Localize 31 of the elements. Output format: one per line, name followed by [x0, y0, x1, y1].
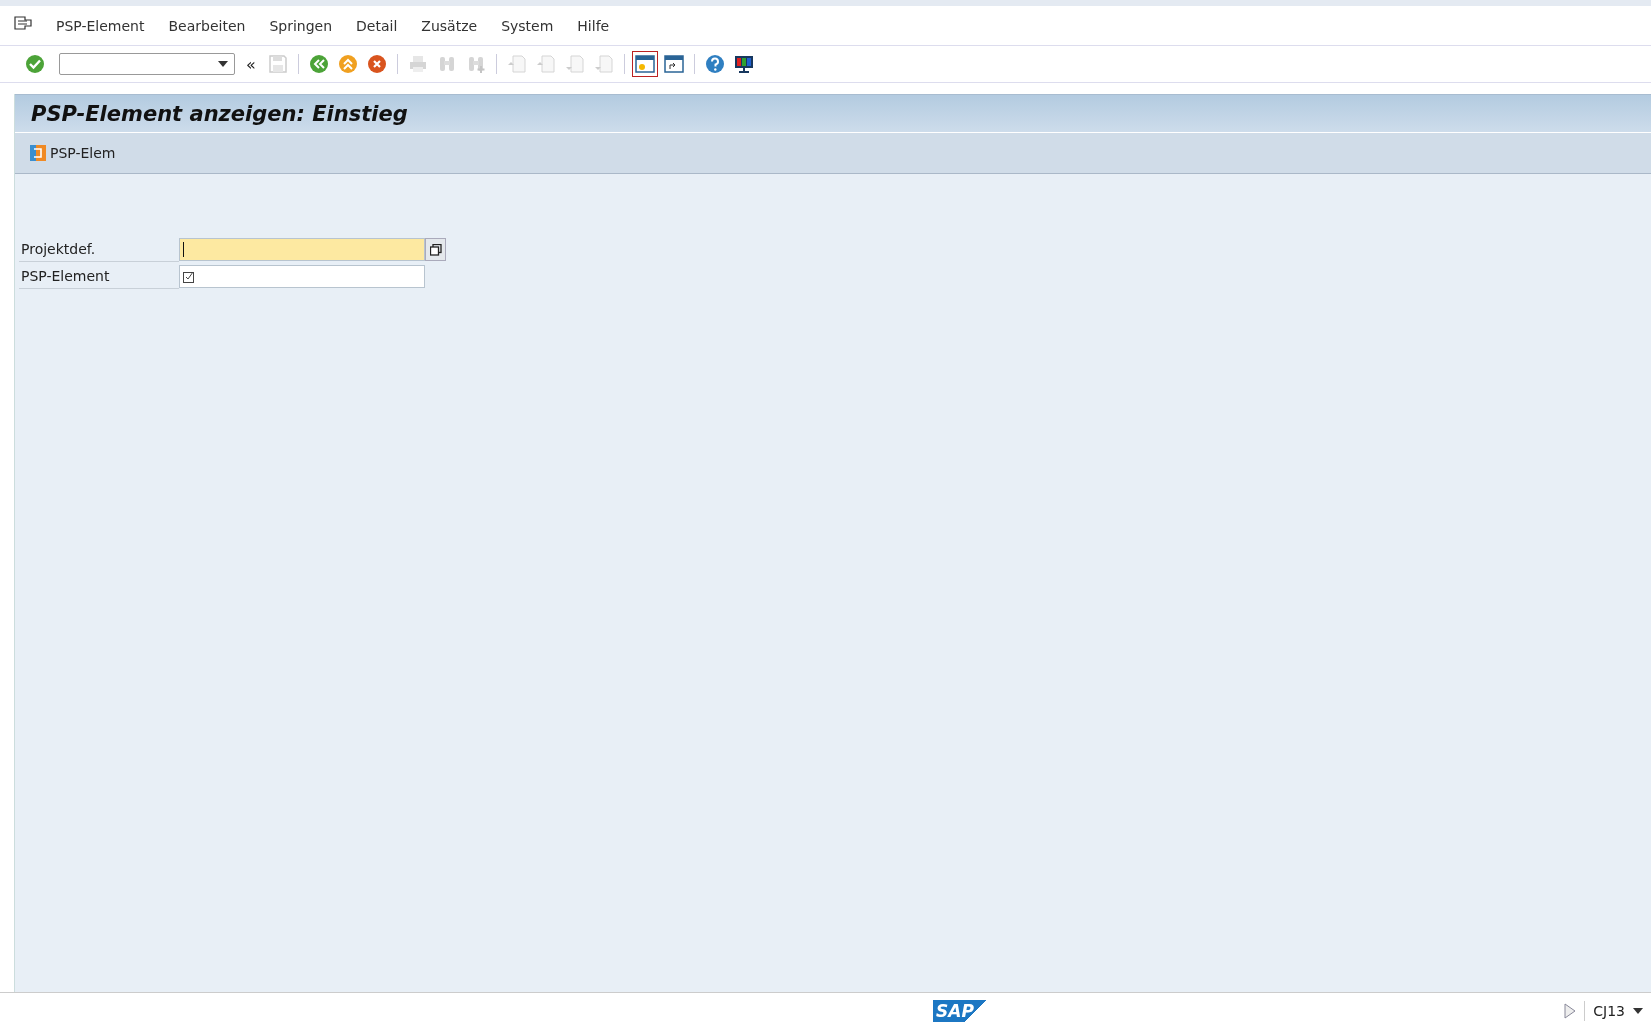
hierarchy-icon [29, 144, 47, 162]
sap-logo: SAP [933, 1000, 988, 1022]
menu-item[interactable]: Zusätze [421, 17, 478, 34]
command-field[interactable] [59, 53, 235, 75]
menu-icon[interactable] [14, 15, 32, 30]
monitor-icon [732, 53, 755, 75]
transaction-code[interactable]: CJ13 [1593, 1003, 1625, 1019]
menu-item[interactable]: Springen [269, 17, 333, 34]
cross-icon [365, 53, 388, 75]
triangle-icon[interactable] [1564, 1003, 1577, 1019]
help-icon [703, 53, 726, 75]
double-arrow-up-icon [336, 53, 359, 75]
menu-item[interactable]: Bearbeiten [168, 17, 246, 34]
dropdown-icon[interactable] [1633, 1008, 1643, 1014]
screen-title: PSP-Element anzeigen: Einstieg [31, 101, 408, 126]
double-arrow-left-icon [307, 53, 330, 75]
menu-item[interactable]: Hilfe [577, 17, 610, 34]
dropdown-icon[interactable] [218, 61, 228, 67]
check-icon [24, 53, 46, 75]
window-icon [633, 53, 656, 75]
menu-item[interactable]: PSP-Element [56, 17, 145, 34]
input-field[interactable] [179, 238, 425, 261]
collapse-button[interactable]: « [246, 54, 256, 74]
input-field[interactable] [179, 265, 425, 288]
menu-item[interactable]: Detail [356, 17, 398, 34]
value-help-button[interactable] [425, 238, 446, 261]
squares-icon [429, 243, 442, 256]
psp-element-button[interactable]: PSP-Elem [27, 142, 118, 164]
required-icon [183, 270, 195, 283]
new-session-button[interactable] [631, 51, 658, 77]
menu-item[interactable]: System [501, 17, 554, 34]
